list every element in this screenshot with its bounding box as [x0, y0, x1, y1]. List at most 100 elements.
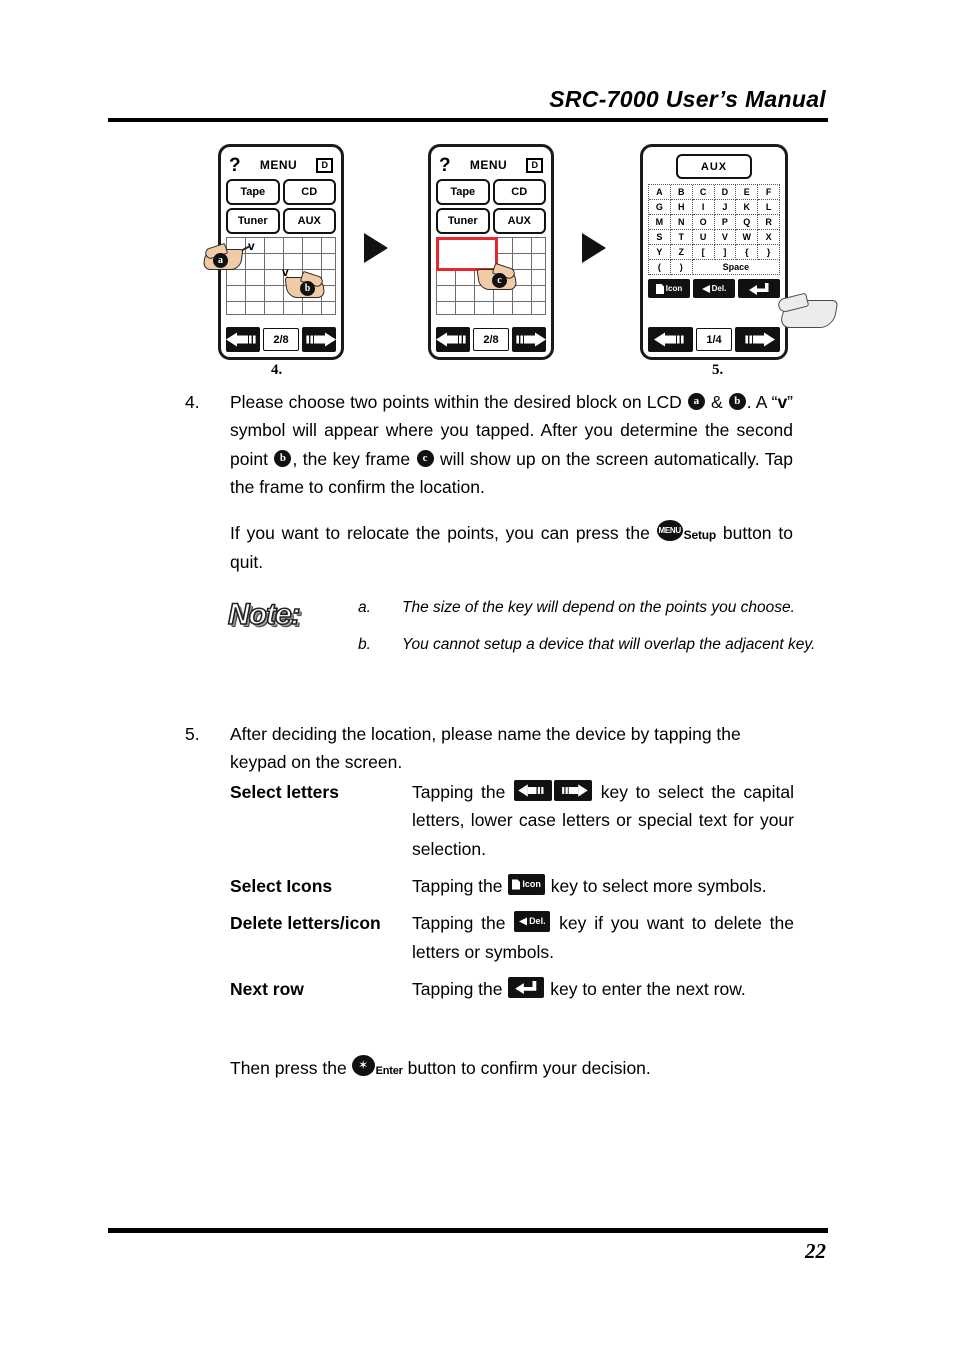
term-next-row: Next row [230, 979, 304, 1000]
key-space[interactable]: Space [692, 260, 780, 275]
term-select-icons: Select Icons [230, 876, 333, 897]
key-w[interactable]: W [736, 230, 759, 245]
note-block: Note: a. The size of the key will depend … [227, 596, 820, 670]
device-button-aux[interactable]: AUX [282, 208, 336, 234]
device-button-tuner[interactable]: Tuner [226, 208, 280, 234]
prev-page-button[interactable] [226, 327, 260, 352]
lcd1-layout-grid[interactable]: v a v b [202, 237, 336, 315]
enter-arrow-icon [515, 980, 537, 994]
next-page-button[interactable] [302, 327, 336, 352]
step-4-part1: Please choose two points within the desi… [230, 392, 687, 412]
key-f[interactable]: F [758, 185, 780, 200]
definition-next-row: Next row Tapping the key to enter the ne… [230, 975, 794, 1003]
figure-caption-4: 4. [271, 362, 283, 378]
next-page-button[interactable] [735, 327, 780, 352]
delete-key-label: Del. [529, 916, 546, 927]
key-m[interactable]: M [649, 215, 671, 230]
page-icon [655, 283, 664, 294]
prev-page-button[interactable] [648, 327, 693, 352]
left-arrow-icon [653, 332, 684, 347]
desc-select-icons: Tapping the Icon key to select more symb… [412, 872, 794, 900]
key-i[interactable]: I [692, 200, 715, 215]
key-x[interactable]: X [758, 230, 780, 245]
device-button-tuner[interactable]: Tuner [436, 208, 490, 234]
definition-delete: Delete letters/icon Tapping the Del. key… [230, 909, 794, 966]
page-icon [512, 879, 521, 890]
key-s[interactable]: S [649, 230, 671, 245]
term-delete-letters-icon: Delete letters/icon [230, 913, 381, 934]
key-c[interactable]: C [692, 185, 715, 200]
enter-key-button[interactable] [738, 279, 780, 298]
step-5-block: 5. After deciding the location, please na… [183, 720, 793, 777]
point-marker-b: b [300, 281, 315, 296]
device-button-cd[interactable]: CD [492, 179, 546, 205]
key-g[interactable]: G [649, 200, 671, 215]
key-paren-close[interactable]: ) [670, 260, 693, 275]
key-z[interactable]: Z [670, 245, 693, 260]
key-bracket-close[interactable]: ] [714, 245, 737, 260]
lcd2-layout-grid[interactable]: c [436, 237, 546, 315]
key-brace-close[interactable]: } [758, 245, 780, 260]
device-button-aux[interactable]: AUX [492, 208, 546, 234]
device-button-tape[interactable]: Tape [436, 179, 490, 205]
desc-select-icons-before: Tapping the [412, 876, 508, 897]
key-h[interactable]: H [670, 200, 693, 215]
key-a[interactable]: A [649, 185, 671, 200]
device-badge-icon[interactable]: D [316, 157, 333, 173]
device-name-field[interactable]: AUX [676, 154, 752, 179]
key-r[interactable]: R [758, 215, 780, 230]
step-4-part2: . A “ [746, 392, 778, 412]
delete-key-label: Del. [711, 284, 727, 293]
key-k[interactable]: K [736, 200, 759, 215]
device-button-cd[interactable]: CD [282, 179, 336, 205]
marker-c-icon: c [416, 449, 434, 467]
note-item-b-mark: b. [358, 636, 371, 654]
desc-delete-before: Tapping the [412, 913, 514, 934]
device-badge-icon[interactable]: D [526, 157, 543, 173]
next-page-button[interactable] [512, 327, 546, 352]
key-d[interactable]: D [714, 185, 737, 200]
key-v[interactable]: V [714, 230, 737, 245]
desc-next-row: Tapping the key to enter the next row. [412, 975, 794, 1003]
key-p[interactable]: P [714, 215, 737, 230]
delete-key-button[interactable]: Del. [693, 279, 735, 298]
step-5: 5. After deciding the location, please na… [183, 720, 793, 777]
icon-key-label: Icon [522, 879, 541, 890]
hand-cursor-enter [776, 292, 839, 330]
key-brace-open[interactable]: { [736, 245, 759, 260]
device-button-tape[interactable]: Tape [226, 179, 280, 205]
note-item-a-mark: a. [358, 599, 371, 616]
key-paren-open[interactable]: ( [649, 260, 671, 275]
key-q[interactable]: Q [736, 215, 759, 230]
lcd2-device-buttons: Tape CD Tuner AUX [436, 179, 546, 234]
icon-key-button[interactable]: Icon [648, 279, 690, 298]
manual-title: SRC-7000 User’s Manual [549, 86, 826, 112]
key-b[interactable]: B [670, 185, 693, 200]
lcd-screen-3: AUX A B C D E F G H I J K L M N O P Q R [640, 144, 788, 360]
key-y[interactable]: Y [649, 245, 671, 260]
lcd-screen-1: ? MENU D Tape CD Tuner AUX v a v b 2/8 [202, 144, 344, 360]
help-icon[interactable]: ? [229, 156, 241, 175]
key-l[interactable]: L [758, 200, 780, 215]
hand-cursor-b: b [284, 270, 326, 299]
key-o[interactable]: O [692, 215, 715, 230]
delete-key-icon: Del. [514, 911, 551, 933]
key-u[interactable]: U [692, 230, 715, 245]
lcd1-navbar: 2/8 [226, 327, 336, 352]
next-key-icon [554, 779, 593, 801]
note-item-a-text: The size of the key will depend on the p… [402, 599, 795, 616]
page-indicator: 2/8 [263, 328, 299, 351]
prev-page-button[interactable] [436, 327, 470, 352]
lcd2-topbar: ? MENU D [436, 152, 546, 178]
desc-next-row-after: key to enter the next row. [545, 979, 746, 1000]
key-j[interactable]: J [714, 200, 737, 215]
relocate-paragraph: If you want to relocate the points, you … [183, 519, 793, 576]
key-n[interactable]: N [670, 215, 693, 230]
right-arrow-icon [744, 332, 775, 347]
help-icon[interactable]: ? [439, 156, 451, 175]
key-t[interactable]: T [670, 230, 693, 245]
key-bracket-open[interactable]: [ [692, 245, 715, 260]
key-e[interactable]: E [736, 185, 759, 200]
on-screen-keyboard: A B C D E F G H I J K L M N O P Q R S T [648, 184, 780, 275]
step-4-v-symbol: v [777, 392, 788, 412]
